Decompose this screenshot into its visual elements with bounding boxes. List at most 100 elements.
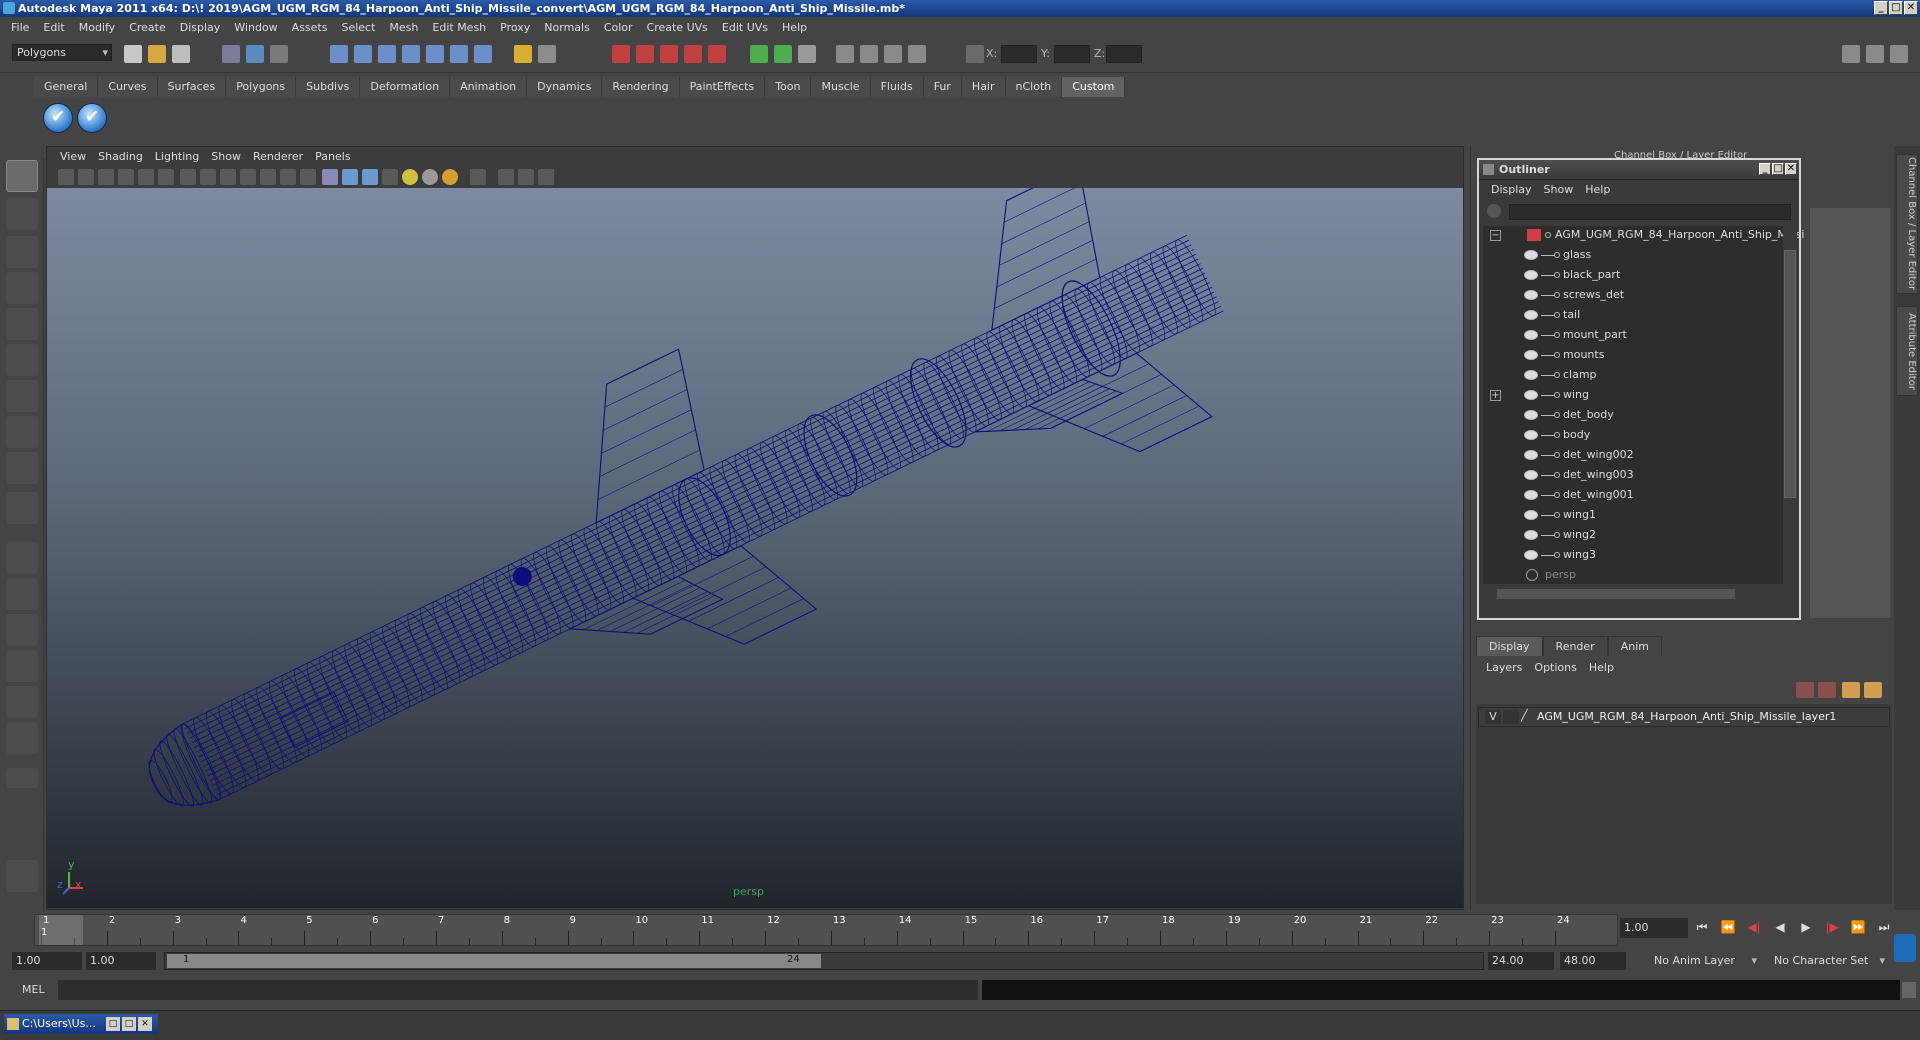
new-scene-icon[interactable]: [124, 45, 142, 63]
menu-assets[interactable]: Assets: [285, 21, 335, 34]
image-plane-icon[interactable]: [118, 169, 134, 185]
playback-end-field[interactable]: 24.00: [1488, 952, 1554, 970]
step-forward-key-button[interactable]: ⏩: [1848, 920, 1868, 938]
snap-curve-icon[interactable]: [354, 45, 372, 63]
numeric-input-icon[interactable]: [966, 45, 984, 63]
step-back-key-button[interactable]: ⏪: [1718, 920, 1738, 938]
menu-color[interactable]: Color: [597, 21, 640, 34]
layer-visibility-toggle[interactable]: V: [1485, 710, 1501, 724]
shelf-tab-general[interactable]: General: [34, 77, 99, 97]
tool-settings-toggle-icon[interactable]: [1866, 45, 1884, 63]
step-forward-frame-button[interactable]: |▶: [1822, 920, 1842, 938]
menu-select[interactable]: Select: [334, 21, 382, 34]
xray-components-icon[interactable]: [538, 169, 554, 185]
viewport-menu-view[interactable]: View: [54, 148, 92, 166]
textured-icon[interactable]: [382, 169, 398, 185]
universal-manipulator-icon[interactable]: [6, 380, 38, 412]
resolution-gate-icon[interactable]: [220, 169, 236, 185]
outliner-menu-help[interactable]: Help: [1579, 180, 1616, 200]
shelf-tab-rendering[interactable]: Rendering: [602, 77, 680, 97]
play-forwards-button[interactable]: ▶: [1796, 920, 1816, 938]
outliner-item-row[interactable]: tail: [1483, 306, 1781, 324]
z-field[interactable]: [1106, 45, 1142, 63]
viewport-menu-show[interactable]: Show: [205, 148, 247, 166]
outliner-layout-icon[interactable]: [6, 614, 38, 646]
outliner-item-row[interactable]: black_part: [1483, 266, 1781, 284]
outliner-horizontal-scrollbar[interactable]: [1483, 588, 1783, 600]
expand-icon[interactable]: +: [1490, 390, 1501, 401]
outliner-vertical-scrollbar[interactable]: [1783, 230, 1797, 590]
two-d-pan-icon[interactable]: [138, 169, 154, 185]
shelf-tab-surfaces[interactable]: Surfaces: [157, 77, 227, 97]
gate-mask-icon[interactable]: [240, 169, 256, 185]
new-layer-icon[interactable]: [1842, 682, 1860, 698]
character-set-dropdown[interactable]: No Character Set: [1770, 952, 1888, 970]
animation-start-field[interactable]: 1.00: [12, 952, 82, 970]
menu-normals[interactable]: Normals: [537, 21, 597, 34]
outliner-search-input[interactable]: [1509, 204, 1791, 220]
outliner-item-row[interactable]: wing2: [1483, 526, 1781, 544]
history-icon[interactable]: [474, 45, 492, 63]
perspective-viewport[interactable]: persp y x z: [47, 188, 1463, 908]
grid-icon[interactable]: [180, 169, 196, 185]
step-back-frame-button[interactable]: ◀|: [1744, 920, 1764, 938]
select-object-icon[interactable]: [246, 45, 264, 63]
ipr-render-icon[interactable]: [636, 45, 654, 63]
help-line-icon[interactable]: [1894, 934, 1916, 962]
move-layer-up-icon[interactable]: [1796, 682, 1814, 698]
snap-point-icon[interactable]: [378, 45, 396, 63]
layer-color-swatch[interactable]: ╱: [1521, 709, 1535, 725]
snap-view-icon[interactable]: [450, 45, 468, 63]
menu-window[interactable]: Window: [227, 21, 284, 34]
current-time-marker[interactable]: 1: [39, 915, 83, 945]
hypershade-icon[interactable]: [684, 45, 702, 63]
snap-plane-icon[interactable]: [402, 45, 420, 63]
render-settings-icon[interactable]: [660, 45, 678, 63]
layout-collapse-icon[interactable]: [6, 768, 38, 788]
command-language-label[interactable]: MEL: [22, 983, 45, 996]
outliner-item-row[interactable]: wing3: [1483, 546, 1781, 564]
outliner-item-row[interactable]: det_wing001: [1483, 486, 1781, 504]
outliner-menu-display[interactable]: Display: [1485, 180, 1538, 200]
move-layer-down-icon[interactable]: [1818, 682, 1836, 698]
menu-edit[interactable]: Edit: [36, 21, 71, 34]
layer-tab-display[interactable]: Display: [1476, 636, 1543, 656]
single-pane-layout-icon[interactable]: [6, 542, 38, 574]
channel-box-toggle-icon[interactable]: [1890, 45, 1908, 63]
outliner-camera-row[interactable]: persp: [1483, 566, 1781, 584]
xray-icon[interactable]: [498, 169, 514, 185]
menu-mesh[interactable]: Mesh: [382, 21, 425, 34]
menu-create[interactable]: Create: [122, 21, 173, 34]
smooth-shade-icon[interactable]: [342, 169, 358, 185]
shelf-tab-custom[interactable]: Custom: [1062, 77, 1126, 97]
camera-lock-icon[interactable]: [78, 169, 94, 185]
collapse-icon[interactable]: −: [1490, 230, 1501, 241]
viewport-menu-lighting[interactable]: Lighting: [149, 148, 205, 166]
move-tool-icon[interactable]: [6, 272, 38, 304]
outliner-minimize-button[interactable]: _: [1759, 163, 1771, 175]
panel-toggle-icon[interactable]: [798, 45, 816, 63]
menu-edit-uvs[interactable]: Edit UVs: [715, 21, 775, 34]
outliner-close-button[interactable]: ✕: [1785, 163, 1797, 175]
shelf-tab-dynamics[interactable]: Dynamics: [527, 77, 603, 97]
lock-icon[interactable]: [514, 45, 532, 63]
outliner-item-row[interactable]: det_body: [1483, 406, 1781, 424]
outliner-item-row[interactable]: screws_det: [1483, 286, 1781, 304]
outliner-icon[interactable]: [884, 45, 902, 63]
select-tool-icon[interactable]: [6, 160, 38, 192]
layer-type-toggle[interactable]: [1503, 710, 1519, 724]
lights-icon[interactable]: [402, 169, 418, 185]
play-backwards-button[interactable]: ◀: [1770, 920, 1790, 938]
hypershade-layout-icon[interactable]: [6, 686, 38, 718]
menu-edit-mesh[interactable]: Edit Mesh: [425, 21, 493, 34]
outliner-hscroll-thumb[interactable]: [1497, 589, 1735, 599]
shelf-tab-ncloth[interactable]: nCloth: [1005, 77, 1063, 97]
graph-editor-icon[interactable]: [908, 45, 926, 63]
custom-shelf-check-icon-1[interactable]: [43, 103, 73, 133]
current-frame-field[interactable]: 1.00: [1620, 918, 1688, 938]
menu-file[interactable]: File: [4, 21, 36, 34]
save-scene-icon[interactable]: [172, 45, 190, 63]
viewport-menu-renderer[interactable]: Renderer: [247, 148, 309, 166]
taskbar-close-button[interactable]: ✕: [138, 1017, 152, 1031]
outliner-item-row[interactable]: mount_part: [1483, 326, 1781, 344]
